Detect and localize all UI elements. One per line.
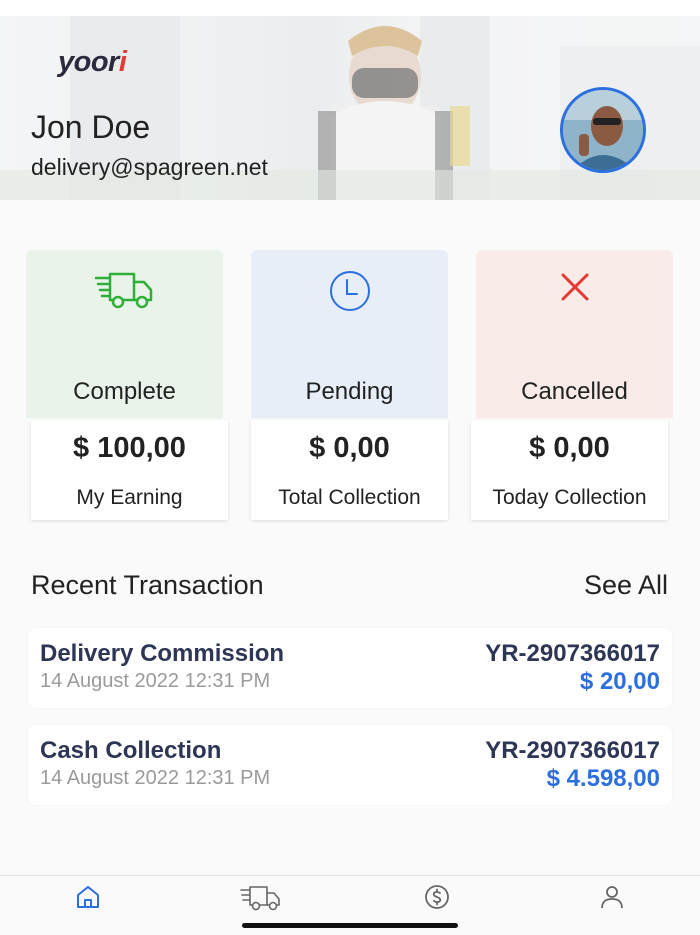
user-icon: [601, 886, 623, 909]
close-icon: [476, 270, 673, 309]
stat-card-header: Complete: [26, 250, 223, 418]
stat-label: Cancelled: [521, 378, 628, 405]
dollar-icon: [425, 885, 449, 909]
tab-earnings[interactable]: [414, 884, 460, 914]
user-name: Jon Doe: [31, 109, 151, 145]
profile-header: yoori Jon Doe delivery@spagreen.net: [0, 16, 700, 200]
stat-label: Complete: [73, 378, 176, 405]
transaction-ref: YR-2907366017: [485, 640, 660, 667]
transaction-title: Delivery Commission: [40, 640, 285, 667]
stat-value-box: $ 0,00 Today Collection: [471, 420, 668, 520]
tab-deliveries[interactable]: [238, 884, 284, 914]
stat-sub-label: My Earning: [76, 486, 183, 509]
tab-profile[interactable]: [589, 884, 635, 914]
stat-card-header: Pending: [251, 250, 448, 418]
stat-card-complete[interactable]: Complete $ 100,00 My Earning: [26, 250, 228, 520]
home-icon: [77, 886, 99, 908]
stat-value-box: $ 100,00 My Earning: [31, 420, 228, 520]
app-logo: yoori: [58, 46, 127, 78]
stat-sub-label: Total Collection: [278, 486, 421, 509]
transaction-amount: $ 4.598,00: [546, 765, 660, 792]
stat-amount: $ 100,00: [73, 432, 186, 464]
clock-icon: [251, 270, 448, 317]
see-all-link[interactable]: See All: [584, 570, 668, 601]
tab-home[interactable]: [65, 884, 111, 914]
delivery-truck-icon: [240, 886, 280, 911]
stat-value-box: $ 0,00 Total Collection: [251, 420, 448, 520]
recent-transaction-title: Recent Transaction: [31, 570, 264, 600]
stat-sub-label: Today Collection: [492, 486, 647, 509]
transaction-row[interactable]: Delivery Commission 14 August 2022 12:31…: [28, 628, 672, 708]
transaction-date: 14 August 2022 12:31 PM: [40, 767, 271, 789]
delivery-truck-icon: [26, 270, 223, 315]
transaction-date: 14 August 2022 12:31 PM: [40, 670, 271, 692]
stat-label: Pending: [305, 378, 394, 405]
transaction-row[interactable]: Cash Collection 14 August 2022 12:31 PM …: [28, 725, 672, 805]
stat-card-header: Cancelled: [476, 250, 673, 418]
stat-amount: $ 0,00: [309, 432, 390, 464]
transaction-title: Cash Collection: [40, 737, 222, 764]
stat-card-pending[interactable]: Pending $ 0,00 Total Collection: [251, 250, 448, 520]
user-email: delivery@spagreen.net: [31, 154, 268, 180]
transaction-ref: YR-2907366017: [485, 737, 660, 764]
stat-amount: $ 0,00: [529, 432, 610, 464]
home-indicator: [242, 923, 458, 928]
transaction-amount: $ 20,00: [579, 668, 660, 695]
stat-card-cancelled[interactable]: Cancelled $ 0,00 Today Collection: [471, 250, 673, 520]
avatar[interactable]: [560, 87, 646, 173]
status-bar: [0, 0, 700, 16]
